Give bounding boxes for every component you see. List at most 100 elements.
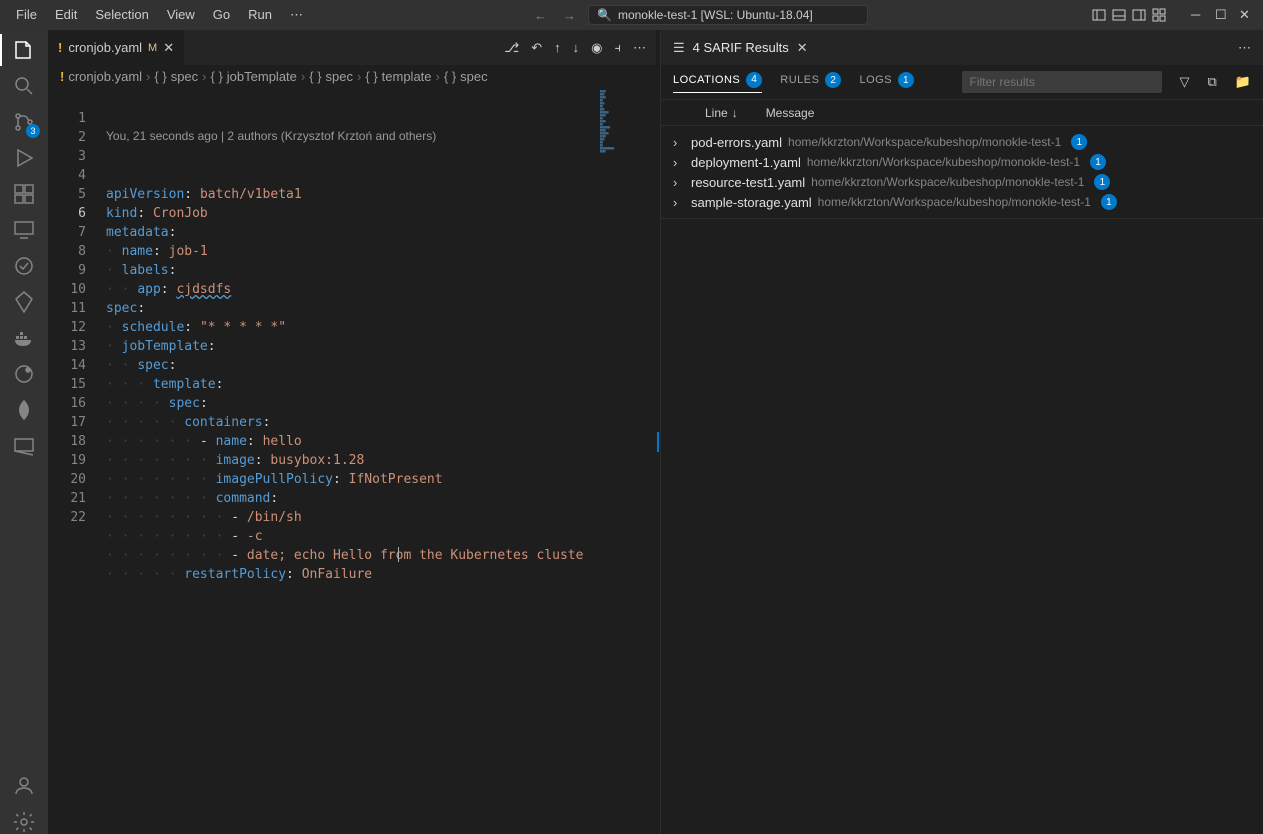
col-message[interactable]: Message — [766, 106, 815, 120]
next-change-icon[interactable]: ↓ — [573, 40, 580, 56]
chevron-right-icon: › — [357, 69, 361, 84]
brace-icon: { } — [154, 69, 166, 84]
yaml-icon: ! — [60, 69, 64, 84]
menu-run[interactable]: Run — [240, 3, 280, 27]
chevron-right-icon: › — [202, 69, 206, 84]
column-header[interactable]: Line ↓ Message — [661, 100, 1263, 126]
breadcrumb-item[interactable]: template — [382, 69, 432, 84]
result-row[interactable]: ›resource-test1.yamlhome/kkrzton/Workspa… — [661, 172, 1263, 192]
brace-icon: { } — [309, 69, 321, 84]
editor[interactable]: 12345678910111213141516171819202122 You,… — [48, 87, 656, 834]
more-actions-icon[interactable]: ⋯ — [633, 40, 646, 56]
sash[interactable] — [656, 30, 660, 834]
git-compare-icon[interactable]: ⎇ — [504, 40, 519, 56]
nav-back-icon[interactable]: ← — [534, 8, 547, 23]
menu-edit[interactable]: Edit — [47, 3, 85, 27]
results-list: ›pod-errors.yamlhome/kkrzton/Workspace/k… — [661, 126, 1263, 218]
panel-tab-locations[interactable]: LOCATIONS4 — [673, 72, 762, 93]
yaml-file-icon: ! — [58, 40, 62, 55]
panel-tab-bar: ☰ 4 SARIF Results ✕ ⋯ — [661, 30, 1263, 65]
menubar: FileEditSelectionViewGoRun⋯ — [8, 3, 311, 27]
breadcrumb-item[interactable]: jobTemplate — [227, 69, 297, 84]
chevron-right-icon: › — [436, 69, 440, 84]
scm-badge: 3 — [26, 124, 40, 138]
col-line[interactable]: Line — [705, 106, 728, 120]
ext-icon-2[interactable] — [12, 290, 36, 314]
result-row[interactable]: ›deployment-1.yamlhome/kkrzton/Workspace… — [661, 152, 1263, 172]
result-row[interactable]: ›sample-storage.yamlhome/kkrzton/Workspa… — [661, 192, 1263, 212]
minimize-icon[interactable]: ─ — [1191, 7, 1207, 23]
close-icon[interactable]: ✕ — [1239, 7, 1255, 23]
settings-gear-icon[interactable] — [12, 810, 36, 834]
brace-icon: { } — [211, 69, 223, 84]
tab-filename: cronjob.yaml — [68, 40, 142, 55]
layout-sidebar-left-icon[interactable] — [1091, 7, 1107, 23]
accounts-icon[interactable] — [12, 774, 36, 798]
panel-close-icon[interactable]: ✕ — [797, 40, 808, 56]
layout-customize-icon[interactable] — [1151, 7, 1167, 23]
folder-icon[interactable]: 📁 — [1235, 74, 1251, 90]
codelens[interactable]: You, 21 seconds ago | 2 authors (Krzyszt… — [98, 125, 656, 147]
menu-file[interactable]: File — [8, 3, 45, 27]
menu-view[interactable]: View — [159, 3, 203, 27]
command-center[interactable]: 🔍 monokle-test-1 [WSL: Ubuntu-18.04] — [588, 5, 868, 25]
panel-tab-logs[interactable]: LOGS1 — [859, 72, 914, 93]
panel-tab-rules[interactable]: RULES2 — [780, 72, 841, 93]
editor-tab[interactable]: ! cronjob.yaml M ✕ — [48, 30, 185, 65]
extensions-icon[interactable] — [12, 182, 36, 206]
split-editor-icon[interactable]: ⫞ — [615, 40, 622, 56]
filter-input[interactable] — [962, 71, 1162, 93]
toggle-icon[interactable]: ◉ — [591, 40, 602, 56]
minimap[interactable]: ████████████████████████████████████████… — [596, 87, 656, 834]
menu-go[interactable]: Go — [205, 3, 238, 27]
breadcrumb-item[interactable]: spec — [460, 69, 487, 84]
titlebar: FileEditSelectionViewGoRun⋯ ← → 🔍 monokl… — [0, 0, 1263, 30]
revert-icon[interactable]: ↶ — [531, 40, 542, 56]
command-center-text: monokle-test-1 [WSL: Ubuntu-18.04] — [618, 8, 813, 22]
remote-explorer-icon[interactable] — [12, 218, 36, 242]
result-row[interactable]: ›pod-errors.yamlhome/kkrzton/Workspace/k… — [661, 132, 1263, 152]
menu-⋯[interactable]: ⋯ — [282, 3, 311, 27]
prev-change-icon[interactable]: ↑ — [554, 40, 561, 56]
breadcrumb-item[interactable]: spec — [171, 69, 198, 84]
layout-panel-icon[interactable] — [1111, 7, 1127, 23]
chevron-right-icon: › — [673, 135, 685, 150]
brace-icon: { } — [444, 69, 456, 84]
menu-selection[interactable]: Selection — [87, 3, 156, 27]
nav-forward-icon[interactable]: → — [563, 8, 576, 23]
breadcrumb[interactable]: ! cronjob.yaml › { } spec › { } jobTemplate › { }… — [48, 65, 656, 87]
panel-more-icon[interactable]: ⋯ — [1238, 40, 1251, 56]
list-icon: ☰ — [673, 40, 685, 56]
chevron-right-icon: › — [673, 175, 685, 190]
panel-toolbar: LOCATIONS4 RULES2 LOGS1 ▽ ⧉ 📁 — [661, 65, 1263, 100]
filter-icon[interactable]: ▽ — [1180, 74, 1190, 90]
ext-icon-4[interactable] — [12, 434, 36, 458]
search-activitybar-icon[interactable] — [12, 74, 36, 98]
tab-close-icon[interactable]: ✕ — [163, 40, 174, 56]
editor-group: ! cronjob.yaml M ✕ ⎇ ↶ ↑ ↓ ◉ ⫞ ⋯ ! cronjo… — [48, 30, 656, 834]
code-content[interactable]: apiVersion: batch/v1beta1kind: CronJobme… — [98, 185, 656, 584]
explorer-icon[interactable] — [12, 38, 36, 62]
sort-arrow-icon: ↓ — [732, 106, 738, 120]
mongodb-icon[interactable] — [12, 398, 36, 422]
breadcrumb-item[interactable]: spec — [326, 69, 353, 84]
detail-pane — [661, 218, 1263, 834]
run-debug-icon[interactable] — [12, 146, 36, 170]
line-numbers: 12345678910111213141516171819202122 — [48, 87, 98, 834]
brace-icon: { } — [365, 69, 377, 84]
maximize-icon[interactable]: ☐ — [1215, 7, 1231, 23]
search-icon: 🔍 — [597, 8, 612, 22]
tabs-bar: ! cronjob.yaml M ✕ ⎇ ↶ ↑ ↓ ◉ ⫞ ⋯ — [48, 30, 656, 65]
breadcrumb-item[interactable]: cronjob.yaml — [68, 69, 142, 84]
sarif-panel: ☰ 4 SARIF Results ✕ ⋯ LOCATIONS4RULES2LO… — [660, 30, 1263, 834]
chevron-right-icon: › — [673, 195, 685, 210]
docker-icon[interactable] — [12, 326, 36, 350]
ext-icon-1[interactable] — [12, 254, 36, 278]
copy-icon[interactable]: ⧉ — [1208, 74, 1217, 90]
source-control-icon[interactable]: 3 — [12, 110, 36, 134]
layout-sidebar-right-icon[interactable] — [1131, 7, 1147, 23]
ext-icon-3[interactable] — [12, 362, 36, 386]
activitybar: 3 — [0, 30, 48, 834]
text-cursor — [398, 547, 399, 562]
panel-title: 4 SARIF Results — [693, 40, 789, 55]
